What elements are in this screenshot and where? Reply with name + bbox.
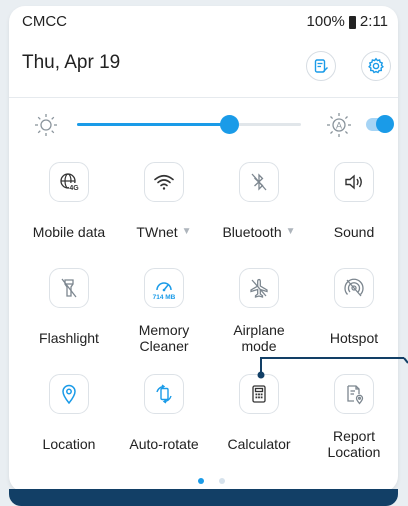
tile-label-text: Sound — [333, 224, 375, 240]
tile-label-text: Airplane mode — [233, 322, 285, 354]
speaker-icon — [334, 162, 374, 202]
carrier-name: CMCC — [22, 13, 67, 30]
auto-rotate-icon — [144, 374, 184, 414]
page-dot-1[interactable] — [198, 478, 204, 484]
tile-twnet[interactable]: TWnet ▼ — [116, 162, 212, 248]
tile-mobile-data[interactable]: 4G Mobile data — [21, 162, 117, 248]
brightness-low-icon — [33, 112, 59, 138]
brightness-slider[interactable] — [77, 115, 301, 134]
tile-label-text: Location — [42, 436, 96, 452]
battery-icon — [348, 16, 356, 29]
mobile-data-4g-icon: 4G — [49, 162, 89, 202]
date-label: Thu, Apr 19 — [22, 52, 121, 73]
tile-label: Airplane mode — [233, 322, 284, 354]
tile-label-text: Report Location — [327, 428, 381, 460]
auto-brightness-toggle[interactable] — [366, 114, 394, 134]
tile-label: TWnet ▼ — [136, 216, 191, 248]
tile-label-text: Bluetooth — [222, 224, 282, 240]
memory-badge-text: 714 MB — [153, 294, 176, 301]
airplane-off-icon — [239, 268, 279, 308]
edit-tiles-button[interactable] — [306, 51, 336, 81]
bluetooth-off-icon — [239, 162, 279, 202]
location-pin-icon — [49, 374, 89, 414]
tile-label: Memory Cleaner — [139, 322, 190, 354]
dropdown-caret-icon[interactable]: ▼ — [182, 224, 192, 240]
tile-label: Auto-rotate — [129, 428, 198, 460]
tile-report-location[interactable]: Report Location — [306, 374, 402, 460]
tile-sound[interactable]: Sound — [306, 162, 402, 248]
dropdown-caret-icon[interactable]: ▼ — [286, 224, 296, 240]
tile-airplane-mode[interactable]: Airplane mode — [211, 268, 307, 354]
calculator-icon — [239, 374, 279, 414]
tile-label-text: Calculator — [227, 436, 291, 452]
tile-label-text: TWnet — [136, 224, 178, 240]
tile-label: Flashlight — [39, 322, 99, 354]
tile-label-text: Hotspot — [329, 330, 379, 346]
tile-label-text: Auto-rotate — [129, 436, 199, 452]
tile-label-text: Memory Cleaner — [138, 322, 190, 354]
tile-hotspot[interactable]: Hotspot — [306, 268, 402, 354]
clock: 2:11 — [359, 13, 388, 30]
auto-brightness-icon: A — [325, 111, 353, 139]
tile-auto-rotate[interactable]: Auto-rotate — [116, 374, 212, 460]
svg-text:4G: 4G — [69, 185, 79, 192]
wifi-icon — [144, 162, 184, 202]
toggle-knob — [376, 115, 394, 133]
tile-label: Sound — [334, 216, 374, 248]
tile-flashlight[interactable]: Flashlight — [21, 268, 117, 354]
panel-bottom-bar — [9, 489, 398, 506]
page-indicator — [198, 478, 225, 484]
tile-label: Calculator — [227, 428, 290, 460]
edit-icon — [314, 59, 328, 73]
status-right: 100% 2:11 — [307, 13, 388, 30]
battery-percent: 100% — [306, 13, 345, 30]
flashlight-off-icon — [49, 268, 89, 308]
tile-label: Report Location — [328, 428, 381, 460]
tile-label-text: Flashlight — [39, 330, 99, 346]
tile-bluetooth[interactable]: Bluetooth ▼ — [211, 162, 307, 248]
hotspot-off-icon — [334, 268, 374, 308]
page-dot-2[interactable] — [219, 478, 225, 484]
speedometer-icon: 714 MB — [144, 268, 184, 308]
svg-text:A: A — [336, 121, 342, 131]
tile-calculator[interactable]: Calculator — [211, 374, 307, 460]
report-location-icon — [334, 374, 374, 414]
tile-location[interactable]: Location — [21, 374, 117, 460]
tile-memory-cleaner[interactable]: 714 MB Memory Cleaner — [116, 268, 212, 354]
brightness-slider-fill — [77, 123, 230, 126]
tile-label-text: Mobile data — [32, 224, 106, 240]
tile-label: Location — [43, 428, 96, 460]
settings-button[interactable] — [361, 51, 391, 81]
header-divider — [9, 97, 398, 98]
gear-icon — [368, 57, 384, 74]
tile-label: Mobile data — [33, 216, 105, 248]
tile-label: Bluetooth ▼ — [222, 216, 295, 248]
tile-label: Hotspot — [330, 322, 378, 354]
